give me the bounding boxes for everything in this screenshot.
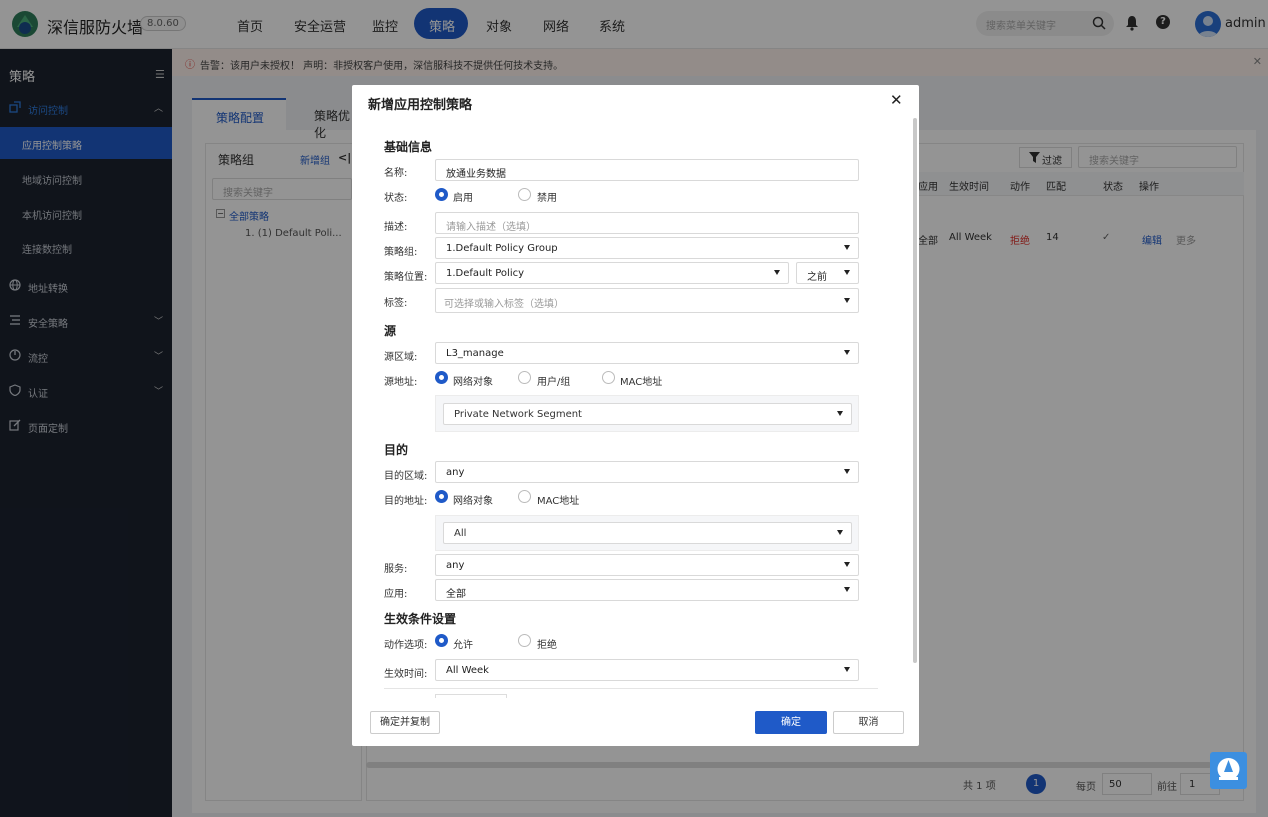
dst-zone-select[interactable]: any <box>435 461 859 483</box>
status-enable-radio[interactable] <box>435 188 448 201</box>
name-input[interactable]: 放通业务数据 <box>435 159 859 181</box>
section-basic: 基础信息 <box>384 140 433 154</box>
caret-down-icon <box>844 667 850 672</box>
action-allow-label: 允许 <box>453 640 473 651</box>
app-select[interactable]: 全部 <box>435 579 859 601</box>
service-label: 服务: <box>384 564 408 575</box>
status-enable-label: 启用 <box>453 193 473 204</box>
dst-opt-label: 网络对象 <box>453 496 493 507</box>
src-opt-label: 用户/组 <box>537 377 571 388</box>
tag-label: 标签: <box>384 298 408 309</box>
dst-network-object-radio[interactable] <box>435 490 448 503</box>
dst-opt-label: MAC地址 <box>537 496 580 507</box>
action-allow-radio[interactable] <box>435 634 448 647</box>
service-value: any <box>446 560 465 571</box>
group-value: 1.Default Policy Group <box>446 243 558 254</box>
status-disable-radio[interactable] <box>518 188 531 201</box>
modal-scrollbar[interactable] <box>913 118 917 663</box>
caret-down-icon <box>774 270 780 275</box>
name-label: 名称: <box>384 168 408 179</box>
dst-zone-value: any <box>446 467 465 478</box>
group-label: 策略组: <box>384 247 418 258</box>
caret-down-icon <box>844 562 850 567</box>
src-zone-label: 源区域: <box>384 352 418 363</box>
position-value: 1.Default Policy <box>446 268 525 279</box>
action-label: 动作选项: <box>384 640 428 651</box>
service-select[interactable]: any <box>435 554 859 576</box>
confirm-and-copy-button[interactable]: 确定并复制 <box>370 711 440 734</box>
position-order-select[interactable]: 之前 <box>796 262 859 284</box>
status-label: 状态: <box>384 193 408 204</box>
cancel-button[interactable]: 取消 <box>833 711 904 734</box>
tag-select[interactable]: 可选择或输入标签（选填） <box>435 288 859 313</box>
confirm-button[interactable]: 确定 <box>755 711 827 734</box>
section-dest: 目的 <box>384 443 409 457</box>
time-value: All Week <box>446 665 489 676</box>
group-select[interactable]: 1.Default Policy Group <box>435 237 859 259</box>
caret-down-icon <box>844 270 850 275</box>
tag-placeholder: 可选择或输入标签（选填） <box>444 299 564 310</box>
caret-down-icon <box>844 245 850 250</box>
position-order-value: 之前 <box>807 272 827 283</box>
modal-title: 新增应用控制策略 <box>368 98 473 113</box>
action-deny-label: 拒绝 <box>537 640 557 651</box>
desc-placeholder: 请输入描述（选填） <box>446 222 536 233</box>
partial-field <box>435 694 507 698</box>
time-select[interactable]: All Week <box>435 659 859 681</box>
src-addr-select[interactable]: Private Network Segment <box>443 403 852 425</box>
caret-down-icon <box>844 350 850 355</box>
src-addr-label: 源地址: <box>384 377 418 388</box>
modal-divider <box>384 688 878 689</box>
position-label: 策略位置: <box>384 272 428 283</box>
dst-addr-value: All <box>454 528 467 539</box>
caret-down-icon <box>844 298 850 303</box>
status-disable-label: 禁用 <box>537 193 557 204</box>
src-zone-value: L3_manage <box>446 348 504 359</box>
src-addr-value: Private Network Segment <box>454 409 582 420</box>
src-opt-label: 网络对象 <box>453 377 493 388</box>
desc-input[interactable]: 请输入描述（选填） <box>435 212 859 234</box>
close-icon[interactable]: ✕ <box>890 91 903 109</box>
app-value: 全部 <box>446 589 466 600</box>
dst-mac-radio[interactable] <box>518 490 531 503</box>
app-label: 应用: <box>384 589 408 600</box>
src-user-group-radio[interactable] <box>518 371 531 384</box>
caret-down-icon <box>837 530 843 535</box>
dst-addr-select[interactable]: All <box>443 522 852 544</box>
position-select[interactable]: 1.Default Policy <box>435 262 789 284</box>
action-deny-radio[interactable] <box>518 634 531 647</box>
src-zone-select[interactable]: L3_manage <box>435 342 859 364</box>
section-source: 源 <box>384 324 397 338</box>
dst-addr-label: 目的地址: <box>384 496 428 507</box>
caret-down-icon <box>837 411 843 416</box>
caret-down-icon <box>844 587 850 592</box>
dst-zone-label: 目的区域: <box>384 471 428 482</box>
desc-label: 描述: <box>384 222 408 233</box>
src-mac-radio[interactable] <box>602 371 615 384</box>
name-value: 放通业务数据 <box>446 169 506 180</box>
assistant-icon[interactable] <box>1210 752 1247 789</box>
caret-down-icon <box>844 469 850 474</box>
src-network-object-radio[interactable] <box>435 371 448 384</box>
src-opt-label: MAC地址 <box>620 377 663 388</box>
time-label: 生效时间: <box>384 669 428 680</box>
section-effect: 生效条件设置 <box>384 612 457 626</box>
